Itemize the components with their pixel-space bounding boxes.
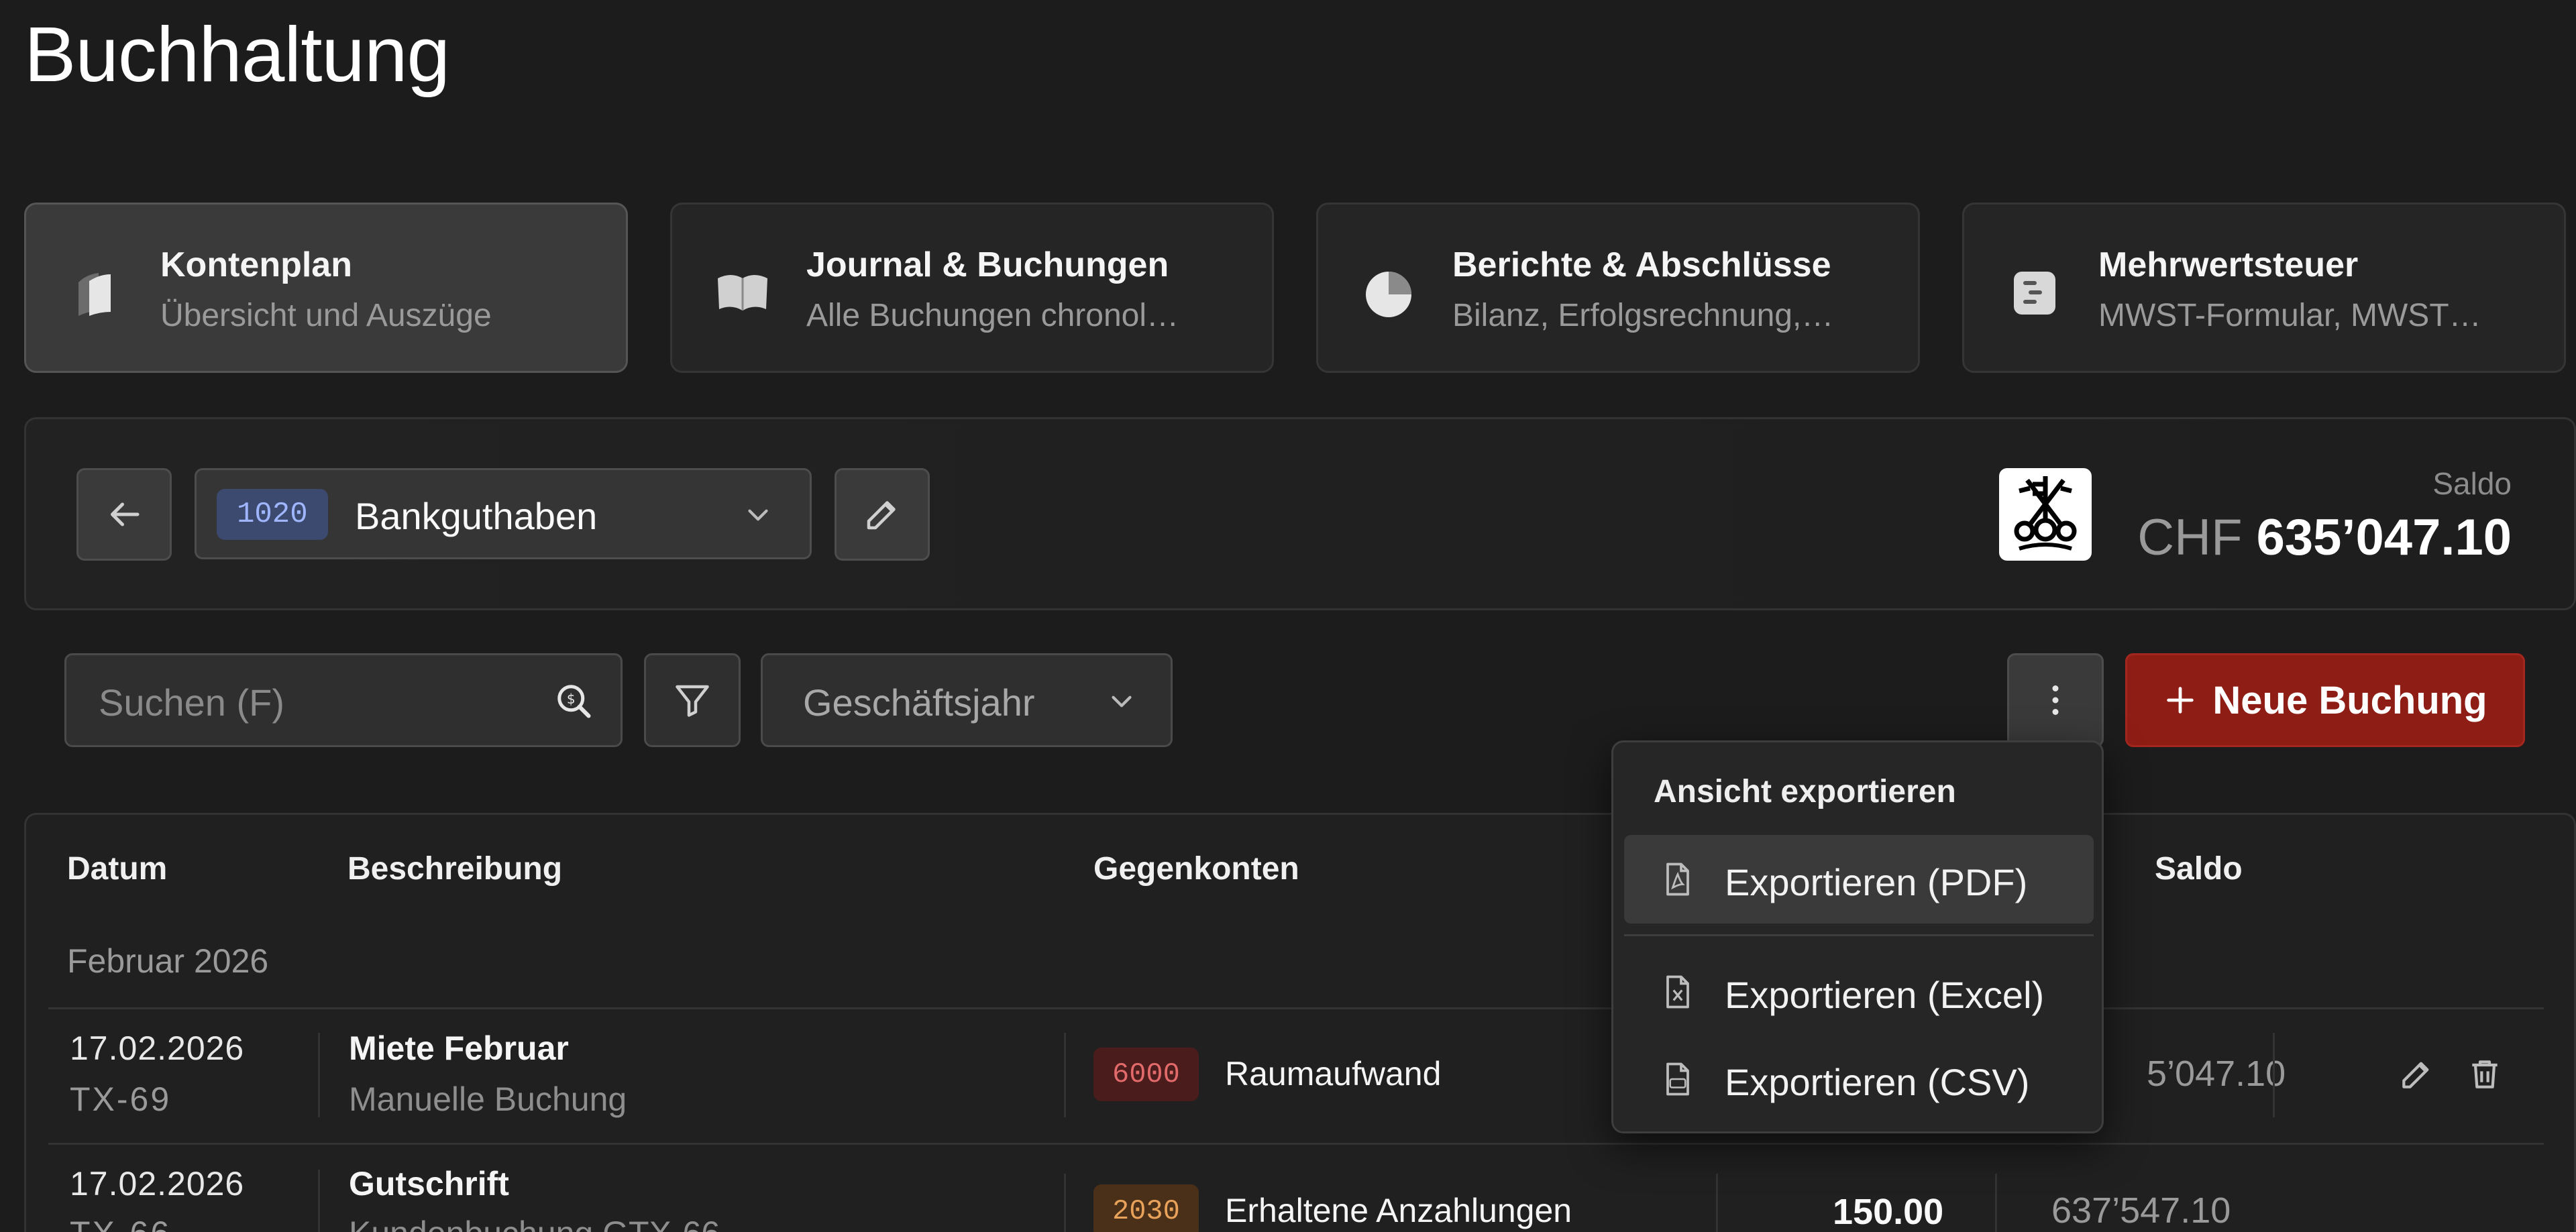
nav-card-title: Kontenplan — [160, 245, 352, 284]
column-divider — [2273, 1033, 2275, 1117]
nav-card-kontenplan[interactable]: Kontenplan Übersicht und Auszüge — [24, 203, 628, 373]
column-header-counter-accounts[interactable]: Gegenkonten — [1093, 850, 1299, 887]
tax-form-icon — [2014, 272, 2055, 315]
export-menu-title: Ansicht exportieren — [1654, 774, 1956, 809]
column-divider — [1716, 1174, 1718, 1232]
export-pdf-label: Exportieren (PDF) — [1725, 861, 2028, 903]
saldo-label: Saldo — [2432, 466, 2512, 501]
nav-card-mwst[interactable]: Mehrwertsteuer MWST-Formular, MWST… — [1962, 203, 2566, 373]
row-divider — [48, 1143, 2544, 1145]
column-divider — [1064, 1033, 1066, 1117]
account-badge: 2030 — [1093, 1184, 1199, 1232]
plus-icon — [2167, 687, 2194, 714]
export-csv-item[interactable]: Exportieren (CSV) — [1624, 1035, 2094, 1123]
account-name: Erhaltene Anzahlungen — [1225, 1192, 1572, 1229]
bank-logo — [1999, 468, 2092, 561]
edit-account-button[interactable] — [835, 468, 930, 561]
journal-icon — [718, 275, 767, 311]
page-title: Buchhaltung — [24, 11, 450, 98]
row-description: Miete Februar — [349, 1029, 569, 1067]
export-excel-label: Exportieren (Excel) — [1725, 974, 2045, 1016]
books-icon — [78, 273, 111, 316]
export-excel-item[interactable]: Exportieren (Excel) — [1624, 948, 2094, 1036]
column-divider — [318, 1170, 320, 1232]
pdf-file-icon — [1666, 862, 1689, 896]
row-date: 17.02.2026 — [70, 1029, 245, 1067]
new-booking-button[interactable]: Neue Buchung — [2125, 653, 2525, 747]
nav-card-subtitle: Bilanz, Erfolgsrechnung,… — [1452, 298, 1834, 333]
nav-card-journal[interactable]: Journal & Buchungen Alle Buchungen chron… — [670, 203, 1274, 373]
row-tx-id: TX-69 — [70, 1080, 172, 1118]
trash-icon[interactable] — [2466, 1056, 2504, 1093]
column-divider — [1064, 1174, 1066, 1232]
export-pdf-item[interactable]: Exportieren (PDF) — [1624, 835, 2094, 923]
back-button[interactable] — [76, 468, 172, 561]
row-source: Kundenbuchung GTX-66 — [349, 1214, 720, 1232]
nav-card-berichte[interactable]: Berichte & Abschlüsse Bilanz, Erfolgsrec… — [1316, 203, 1920, 373]
csv-file-icon — [1666, 1062, 1689, 1096]
search-icon: $ — [557, 685, 591, 718]
nav-card-subtitle: Alle Buchungen chronol… — [806, 298, 1179, 333]
nav-card-subtitle: MWST-Formular, MWST… — [2098, 298, 2481, 333]
menu-divider — [1624, 934, 2094, 936]
account-name: Raumaufwand — [1225, 1055, 1442, 1093]
pencil-icon[interactable] — [2398, 1056, 2435, 1093]
search-placeholder: Suchen (F) — [99, 681, 284, 724]
saldo-currency: CHF — [2137, 509, 2243, 566]
month-group-label: Februar 2026 — [67, 942, 269, 980]
account-badge: 6000 — [1093, 1048, 1199, 1101]
row-description: Gutschrift — [349, 1165, 509, 1202]
more-vertical-icon — [2052, 685, 2059, 715]
row-divider — [48, 1007, 2544, 1009]
row-date: 17.02.2026 — [70, 1165, 245, 1202]
pie-chart-icon — [1366, 272, 1411, 317]
svg-text:$: $ — [567, 691, 576, 707]
export-menu: Ansicht exportieren Exportieren (PDF) Ex… — [1611, 740, 2104, 1133]
row-source: Manuelle Buchung — [349, 1080, 627, 1118]
nav-card-subtitle: Übersicht und Auszüge — [160, 298, 492, 333]
nav-card-title: Journal & Buchungen — [806, 245, 1169, 284]
row-tx-id: TX-66 — [70, 1214, 171, 1232]
more-options-button[interactable] — [2007, 653, 2104, 747]
new-booking-label: Neue Buchung — [2212, 678, 2487, 722]
row-balance: 637’547.10 — [2051, 1190, 2231, 1231]
chevron-down-icon — [1112, 695, 1132, 708]
filter-button[interactable] — [644, 653, 741, 747]
arrow-left-icon — [111, 502, 140, 526]
export-csv-label: Exportieren (CSV) — [1725, 1061, 2030, 1103]
nav-card-title: Mehrwertsteuer — [2098, 245, 2359, 284]
excel-file-icon — [1666, 975, 1689, 1009]
search-input[interactable]: Suchen (F) $ — [64, 653, 623, 747]
fiscal-year-label: Geschäftsjahr — [803, 681, 1035, 724]
filter-icon — [676, 685, 709, 717]
column-divider — [1995, 1174, 1997, 1232]
pencil-icon — [867, 501, 896, 530]
column-header-description[interactable]: Beschreibung — [347, 850, 562, 887]
column-header-date[interactable]: Datum — [67, 850, 167, 887]
row-amount: 150.00 — [1833, 1192, 1944, 1232]
account-select[interactable]: 1020 Bankguthaben — [195, 468, 812, 559]
column-header-balance[interactable]: Saldo — [2155, 850, 2243, 887]
saldo-value: CHF 635’047.10 — [2137, 508, 2512, 567]
nav-card-title: Berichte & Abschlüsse — [1452, 245, 1831, 284]
saldo-amount: 635’047.10 — [2256, 509, 2512, 566]
account-name: Bankguthaben — [355, 495, 598, 537]
account-number-badge: 1020 — [217, 489, 328, 540]
chevron-down-icon — [748, 509, 768, 521]
fiscal-year-select[interactable]: Geschäftsjahr — [761, 653, 1173, 747]
row-balance: 5’047.10 — [2147, 1054, 2286, 1094]
column-divider — [318, 1033, 320, 1117]
